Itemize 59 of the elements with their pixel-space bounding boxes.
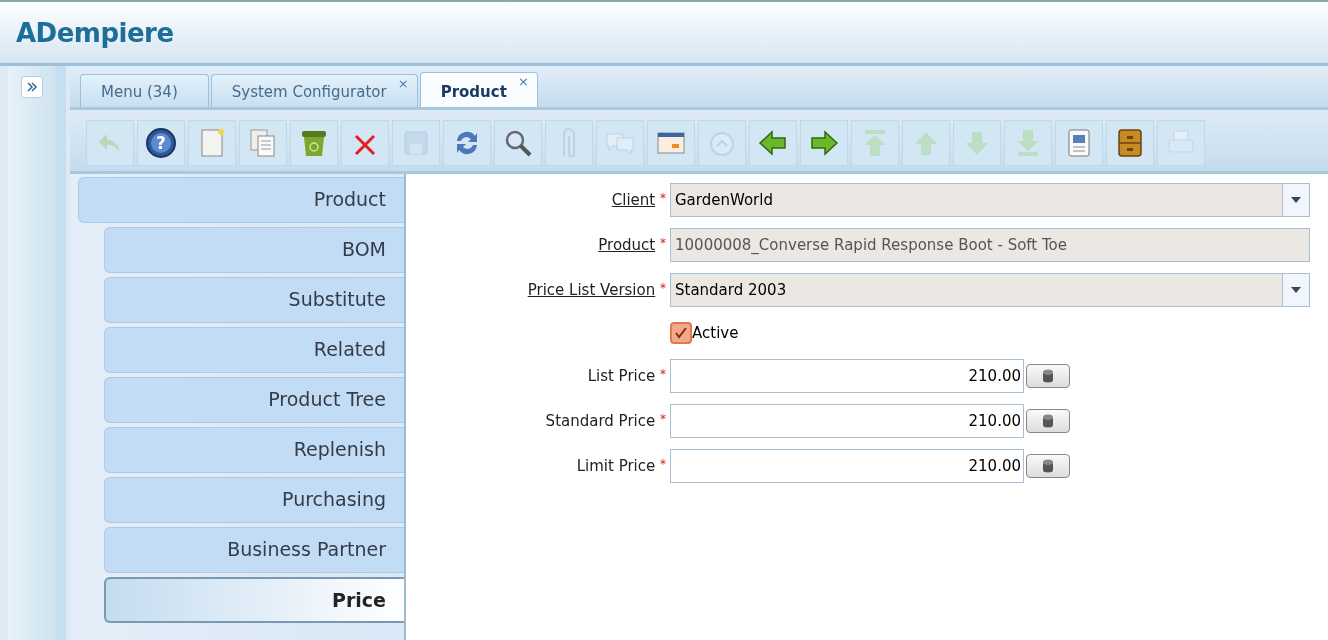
text-field[interactable]: 10000008_Converse Rapid Response Boot - Soft Toe <box>670 228 1310 262</box>
required-mark: * <box>660 191 666 205</box>
required-mark: * <box>660 457 666 471</box>
required-mark: * <box>660 281 666 295</box>
number-field[interactable]: 210.00 <box>670 404 1024 438</box>
field-link[interactable]: Client <box>611 191 656 209</box>
field-link[interactable]: Price List Version <box>527 281 656 299</box>
detail-tab[interactable]: Purchasing <box>104 477 404 523</box>
detail-tab[interactable]: Substitute <box>104 277 404 323</box>
expand-button[interactable] <box>21 76 43 98</box>
required-mark: * <box>660 367 666 381</box>
caret-icon <box>1282 184 1309 216</box>
field-label: Standard Price <box>545 412 656 430</box>
number-field[interactable]: 210.00 <box>670 359 1024 393</box>
window-tab[interactable]: System Configurator × <box>210 74 418 107</box>
double-chevron-icon <box>26 81 38 93</box>
field-label: Limit Price <box>576 457 656 475</box>
cylinder-icon <box>1042 459 1054 473</box>
toolbar-button[interactable] <box>647 120 695 166</box>
help-icon: ? <box>144 126 178 160</box>
cylinder-icon <box>1042 414 1054 428</box>
number-field[interactable]: 210.00 <box>670 449 1024 483</box>
toolbar-button[interactable] <box>1106 120 1154 166</box>
detail-tab[interactable]: Related <box>104 327 404 373</box>
close-tab-button[interactable]: × <box>397 76 409 91</box>
active-checkbox[interactable] <box>670 322 692 344</box>
cylinder-icon <box>1042 369 1054 383</box>
field-link[interactable]: Product <box>598 236 656 254</box>
dropdown-value: GardenWorld <box>675 191 774 209</box>
dropdown-field[interactable]: Standard 2003 <box>670 273 1310 307</box>
calculator-button[interactable] <box>1026 409 1070 433</box>
window-tab[interactable]: Menu (34) <box>80 74 209 107</box>
detail-tab[interactable]: Product Tree <box>104 377 404 423</box>
detail-tab[interactable]: BOM <box>104 227 404 273</box>
calculator-button[interactable] <box>1026 454 1070 478</box>
field-label: List Price <box>587 367 656 385</box>
toolbar-button[interactable] <box>1055 120 1103 166</box>
checkbox-label: Active <box>692 324 739 342</box>
caret-icon <box>1282 274 1309 306</box>
check-icon <box>674 326 688 340</box>
app-logo: ADempiere <box>16 17 174 48</box>
detail-tab[interactable]: Price <box>104 577 404 623</box>
toolbar-button[interactable] <box>800 120 848 166</box>
required-mark: * <box>660 236 666 250</box>
dropdown-field[interactable]: GardenWorld <box>670 183 1310 217</box>
toolbar-button[interactable] <box>749 120 797 166</box>
detail-tab[interactable]: Replenish <box>104 427 404 473</box>
toolbar-button[interactable] <box>494 120 542 166</box>
toolbar-button[interactable] <box>341 120 389 166</box>
required-mark: * <box>660 412 666 426</box>
detail-tab[interactable]: Business Partner <box>104 527 404 573</box>
close-tab-button[interactable]: × <box>517 74 529 89</box>
dropdown-value: Standard 2003 <box>675 281 788 299</box>
toolbar-button[interactable] <box>443 120 491 166</box>
detail-tab[interactable]: Product <box>78 177 404 223</box>
toolbar-button[interactable] <box>290 120 338 166</box>
calculator-button[interactable] <box>1026 364 1070 388</box>
toolbar-button[interactable]: ? <box>137 120 185 166</box>
window-tab[interactable]: Product × <box>419 72 538 107</box>
